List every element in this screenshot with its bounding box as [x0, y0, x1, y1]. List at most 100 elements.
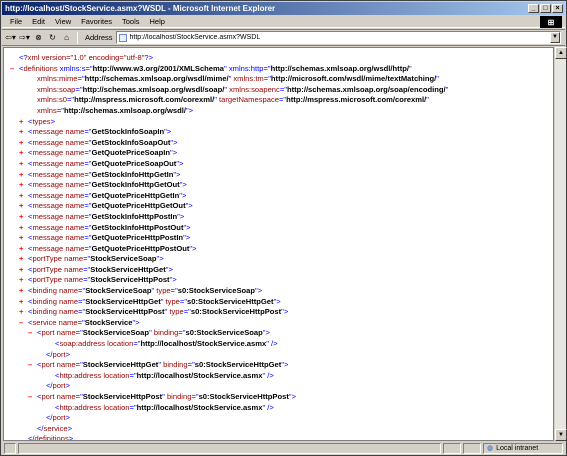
expand-toggle[interactable]: +: [19, 297, 28, 308]
expand-toggle[interactable]: +: [19, 275, 28, 286]
address-value[interactable]: http://localhost/StockService.asmx?WSDL: [130, 34, 550, 41]
xml-token: " />: [262, 402, 274, 412]
xml-token: http://schemas.xmlsoap.org/wsdl/: [63, 105, 186, 115]
menu-tools[interactable]: Tools: [117, 16, 145, 28]
xml-token: location: [105, 339, 134, 349]
xml-token: ?>: [144, 53, 154, 62]
vertical-scrollbar[interactable]: ▲ ▼: [554, 47, 567, 441]
xml-token: ">: [173, 169, 181, 179]
xml-token: ">: [183, 233, 191, 243]
expand-toggle[interactable]: +: [19, 201, 28, 212]
xml-token: message: [32, 158, 64, 168]
expand-toggle[interactable]: +: [19, 127, 28, 138]
xml-token: location: [101, 370, 130, 380]
xml-token: name: [54, 328, 76, 338]
xml-line: <http:address location="http://localhost…: [10, 371, 448, 382]
xml-token: soap:address: [59, 339, 106, 349]
expand-toggle[interactable]: +: [19, 265, 28, 276]
menu-view[interactable]: View: [50, 16, 76, 28]
collapse-toggle[interactable]: –: [28, 360, 37, 371]
maximize-button[interactable]: □: [540, 4, 551, 13]
xml-line: </port>: [10, 413, 448, 424]
xml-line: </port>: [10, 350, 448, 361]
scroll-down-icon[interactable]: ▼: [555, 429, 567, 441]
minimize-button[interactable]: _: [528, 4, 539, 13]
xml-token: portType: [32, 254, 62, 264]
expand-toggle[interactable]: +: [19, 233, 28, 244]
refresh-icon[interactable]: ↻: [47, 31, 58, 44]
menu-file[interactable]: File: [5, 16, 27, 28]
xml-token: name: [62, 264, 84, 274]
xml-token: StockServiceHttpPost: [82, 392, 163, 401]
menu-edit[interactable]: Edit: [27, 16, 50, 28]
menu-help[interactable]: Help: [145, 16, 170, 28]
xml-token: s0:StockServiceHttpGet: [187, 296, 274, 306]
xml-token: s0:StockServiceSoap: [185, 328, 263, 338]
expand-toggle[interactable]: +: [19, 191, 28, 202]
expand-toggle[interactable]: +: [19, 148, 28, 159]
xml-token: =": [129, 402, 137, 412]
collapse-toggle[interactable]: –: [10, 64, 19, 75]
collapse-toggle[interactable]: –: [19, 318, 28, 329]
xml-token: GetStockInfoHttpGetOut: [91, 180, 180, 190]
expand-toggle[interactable]: +: [19, 244, 28, 255]
xml-line: + <binding name="StockServiceHttpGet" typ…: [10, 297, 448, 308]
xml-token: name: [56, 296, 79, 306]
xml-token: http:address: [59, 402, 102, 412]
xml-token: ": [436, 74, 439, 84]
xml-token: name: [63, 201, 85, 211]
chevron-down-icon[interactable]: ▼: [550, 32, 560, 43]
xml-line: – <definitions xmlns:s="http://www.w3.org…: [10, 64, 448, 75]
xml-token: name: [63, 127, 85, 137]
xml-line: + <message name="GetQuotePriceHttpPostIn"…: [10, 233, 448, 244]
xml-token: =": [178, 328, 186, 338]
xml-token: binding: [32, 296, 57, 306]
browser-window: http://localhost/StockService.asmx?WSDL …: [0, 0, 567, 456]
back-arrow-icon[interactable]: ⇦▾: [5, 31, 16, 44]
xml-token: =": [187, 360, 195, 370]
menu-favorites[interactable]: Favorites: [76, 16, 117, 28]
xml-token: =": [84, 169, 92, 179]
xml-token: =": [75, 360, 83, 370]
xml-token: port: [41, 392, 55, 401]
collapse-toggle[interactable]: –: [28, 392, 37, 403]
expand-toggle[interactable]: +: [19, 212, 28, 223]
expand-toggle[interactable]: +: [19, 117, 28, 128]
xml-token: binding: [164, 392, 192, 401]
stop-icon[interactable]: ⊗: [33, 31, 44, 44]
xml-line: + <message name="GetStockInfoSoapIn">: [10, 127, 448, 138]
xml-line: + <message name="GetQuotePriceSoapIn">: [10, 148, 448, 159]
toolbar-separator: [77, 31, 78, 44]
xml-token: >: [67, 423, 73, 433]
expand-toggle[interactable]: +: [19, 159, 28, 170]
xml-token: http://localhost/StockService.asmx: [136, 370, 263, 380]
xml-token: s0:StockServiceHttpGet: [194, 360, 282, 370]
xml-token: name: [63, 211, 85, 221]
xml-token: xmlns:http: [226, 63, 264, 73]
expand-toggle[interactable]: +: [19, 170, 28, 181]
forward-arrow-icon[interactable]: ⇨▾: [19, 31, 30, 44]
expand-toggle[interactable]: +: [19, 254, 28, 265]
xml-token: name: [63, 190, 85, 200]
xml-token: GetQuotePriceHttpGetOut: [91, 201, 186, 211]
scroll-up-icon[interactable]: ▲: [555, 47, 567, 59]
xml-token: StockServiceSoap: [85, 286, 152, 296]
xml-token: message: [32, 180, 64, 190]
expand-toggle[interactable]: +: [19, 307, 28, 318]
xml-token: types: [32, 116, 51, 126]
close-button[interactable]: ×: [552, 4, 563, 13]
xml-token: port: [52, 413, 66, 423]
xml-token: http://schemas.xmlsoap.org/wsdl/soap/: [82, 84, 225, 94]
home-icon[interactable]: ⌂: [61, 31, 72, 44]
expand-toggle[interactable]: +: [19, 223, 28, 234]
expand-toggle[interactable]: +: [19, 138, 28, 149]
address-field[interactable]: http://localhost/StockService.asmx?WSDL …: [115, 31, 561, 44]
expand-toggle[interactable]: +: [19, 286, 28, 297]
xml-token: GetStockInfoHttpPostOut: [91, 222, 184, 232]
xml-token: StockServiceHttpGet: [85, 296, 161, 306]
xml-line: – <port name="StockServiceSoap" binding="…: [10, 328, 448, 339]
xml-token: GetQuotePriceHttpPostOut: [91, 243, 190, 253]
collapse-toggle[interactable]: –: [28, 328, 37, 339]
expand-toggle[interactable]: +: [19, 180, 28, 191]
xml-token: =": [84, 222, 92, 232]
